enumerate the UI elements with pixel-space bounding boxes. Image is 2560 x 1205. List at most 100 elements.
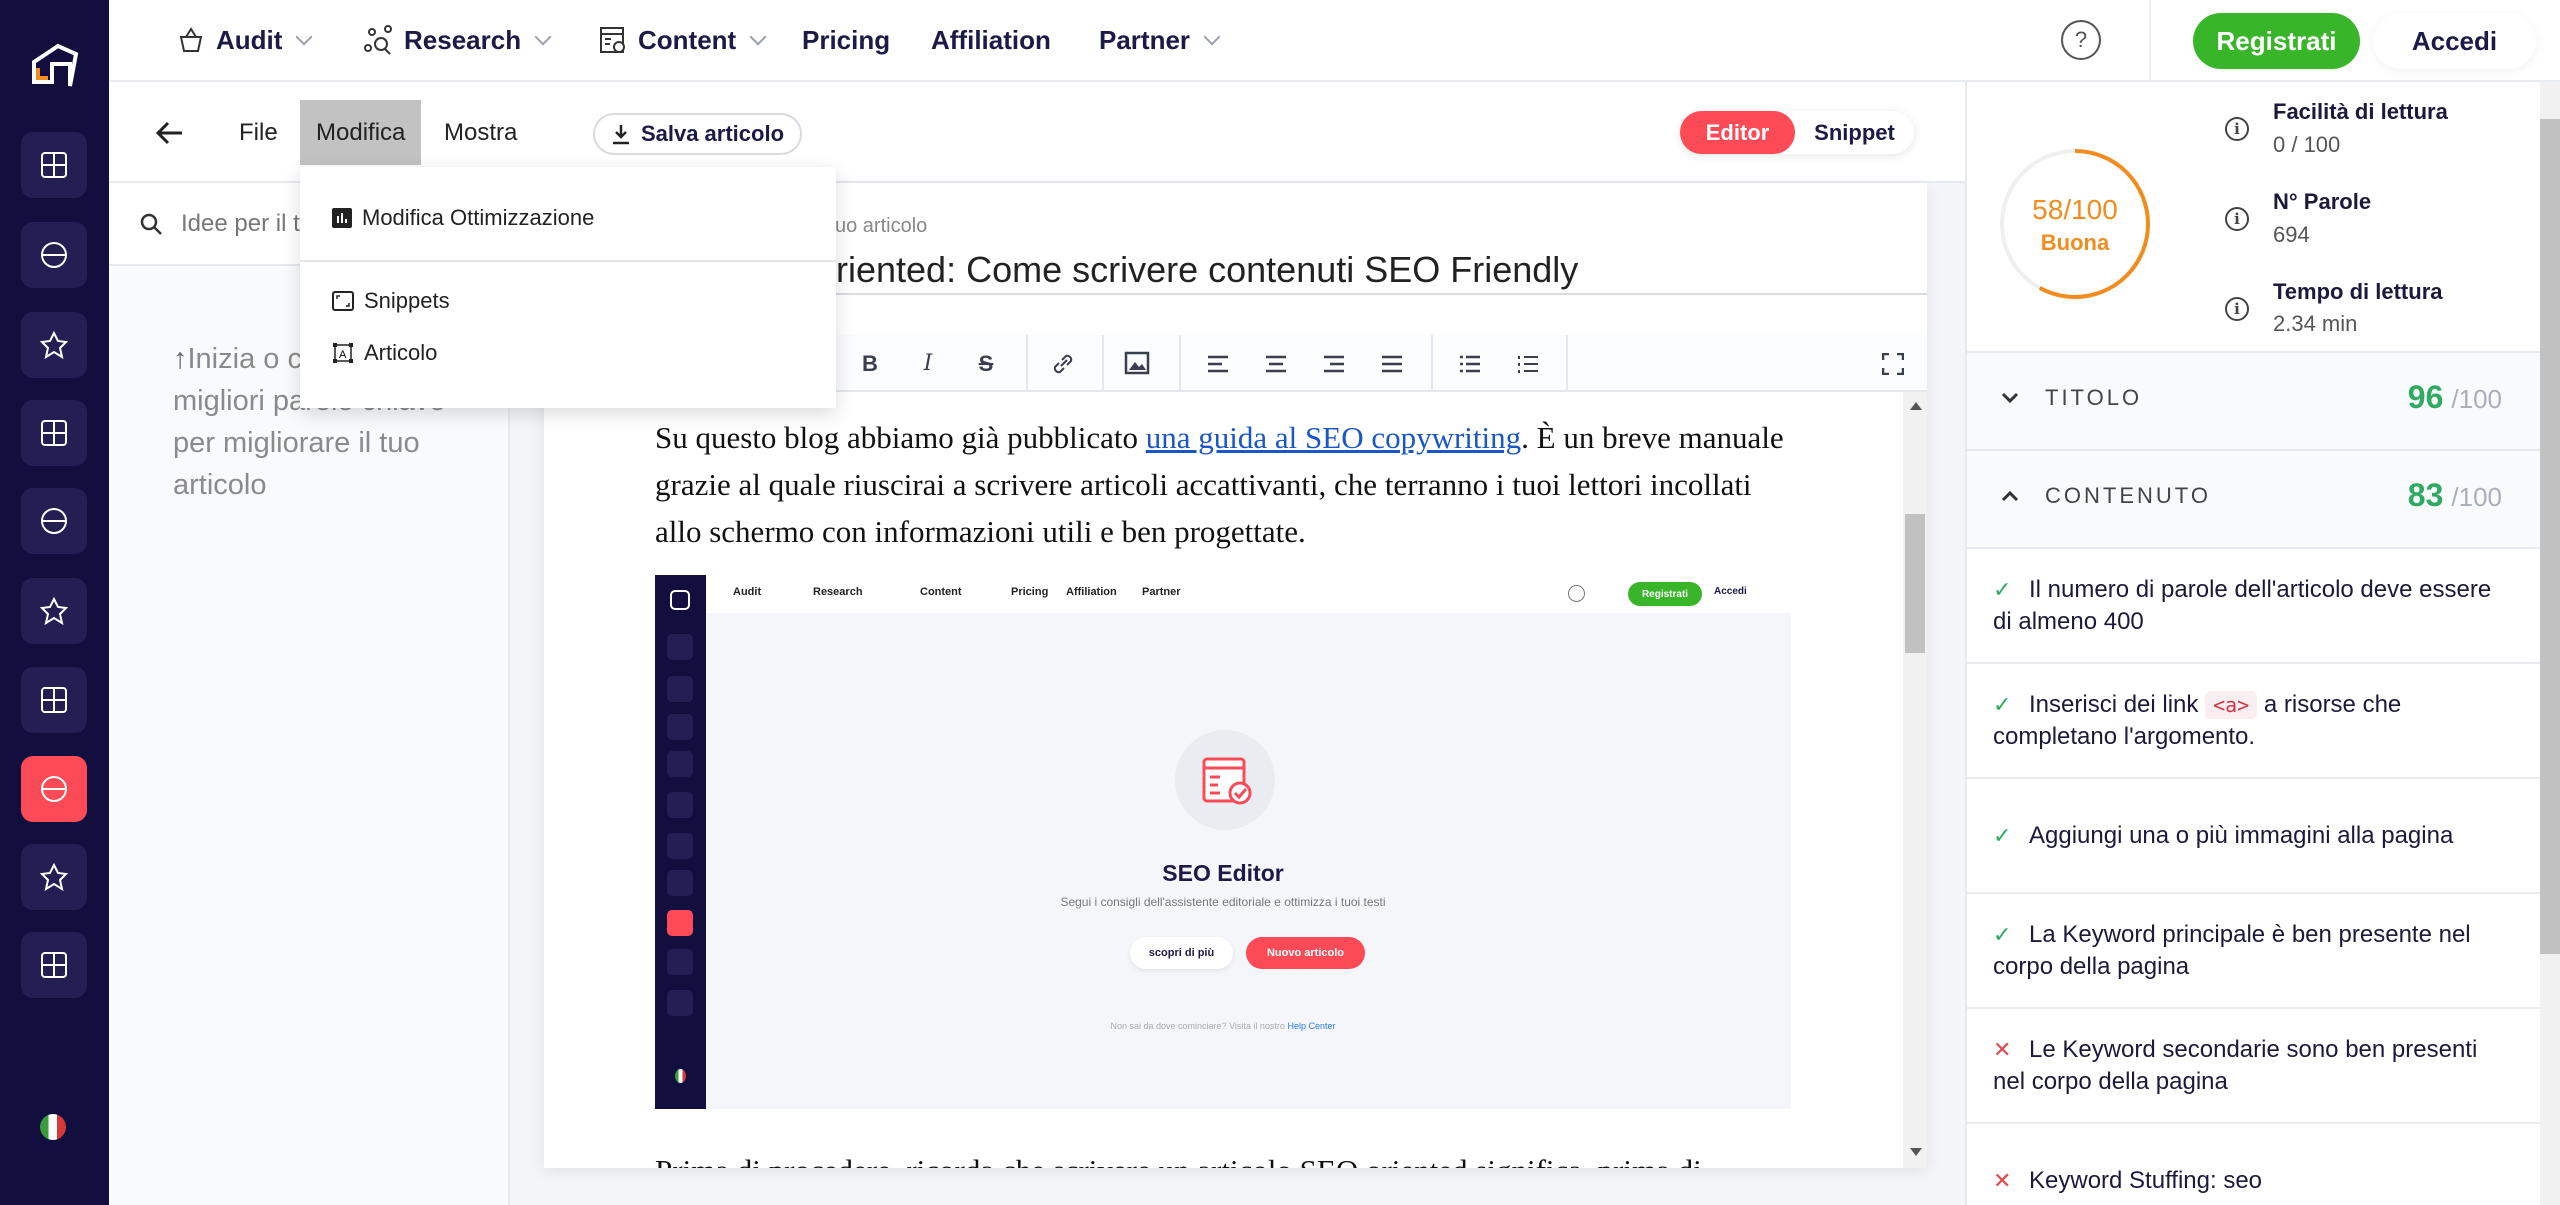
article-body[interactable]: Su questo blog abbiamo già pubblicato un… — [544, 392, 1903, 1168]
seo-analysis-panel: 58/100 Buona i Facilità di lettura 0 / 1… — [1965, 82, 2540, 1205]
numbered-list-icon — [1518, 355, 1538, 373]
editor-scrollbar[interactable] — [1903, 392, 1927, 1168]
sidebar — [0, 0, 109, 1205]
check-item: ✓ Il numero di parole dell'articolo deve … — [1967, 547, 2540, 662]
sidebar-item[interactable] — [21, 844, 87, 910]
bold-button[interactable]: B — [850, 335, 890, 392]
separator — [1026, 335, 1028, 392]
menu-separator — [300, 260, 836, 262]
separator — [1102, 335, 1104, 392]
menu-file[interactable]: File — [223, 100, 294, 165]
align-right-button[interactable] — [1314, 335, 1354, 392]
chevron-down-icon — [534, 28, 552, 46]
menu-item-article[interactable]: A Articolo — [332, 340, 437, 366]
mini-sidebar-icon — [667, 910, 693, 936]
search-placeholder: Idee per il tu — [181, 209, 314, 237]
info-icon[interactable]: i — [2225, 117, 2249, 141]
align-center-button[interactable] — [1256, 335, 1296, 392]
score-label: Buona — [2040, 230, 2110, 255]
bullet-list-button[interactable] — [1450, 335, 1490, 392]
back-arrow-icon[interactable] — [155, 118, 185, 148]
stat-label: Tempo di lettura — [2273, 279, 2443, 304]
help-button[interactable]: ? — [2061, 20, 2101, 60]
seo-editor-illustration-icon — [1202, 757, 1252, 805]
sidebar-item[interactable] — [21, 756, 87, 822]
italy-flag-icon[interactable] — [40, 1114, 66, 1140]
sidebar-item[interactable] — [21, 400, 87, 466]
menu-edit[interactable]: Modifica — [300, 100, 421, 165]
italic-button[interactable]: I — [908, 335, 948, 392]
nav-audit[interactable]: Audit — [176, 0, 313, 80]
strikethrough-button[interactable]: S — [966, 335, 1006, 392]
mini-sidebar-icon — [667, 792, 693, 818]
scroll-down-icon[interactable] — [1910, 1148, 1922, 1156]
login-button[interactable]: Accedi — [2373, 13, 2536, 69]
numbered-list-button[interactable] — [1508, 335, 1548, 392]
sidebar-item[interactable] — [21, 932, 87, 998]
profile-icon — [41, 952, 67, 978]
nav-affiliation[interactable]: Affiliation — [931, 0, 1051, 80]
chevron-down-icon — [295, 28, 313, 46]
align-left-button[interactable] — [1198, 335, 1238, 392]
info-icon[interactable]: i — [2225, 297, 2249, 321]
logo-icon[interactable] — [30, 42, 80, 94]
stat-value: 0 / 100 — [2273, 132, 2341, 157]
align-left-icon — [1208, 355, 1228, 372]
sidebar-item[interactable] — [21, 222, 87, 288]
title-label: uo articolo — [835, 215, 928, 237]
link-button[interactable] — [1043, 335, 1083, 392]
tab-editor[interactable]: Editor — [1680, 111, 1795, 154]
dashboard-icon — [41, 152, 67, 178]
stat-label: N° Parole — [2273, 189, 2372, 214]
mini-sidebar-icon — [667, 676, 693, 702]
link-icon — [1053, 354, 1073, 373]
stat-value: 694 — [2273, 222, 2310, 247]
research-icon — [364, 25, 392, 55]
nav-pricing[interactable]: Pricing — [802, 0, 890, 80]
align-justify-icon — [1382, 355, 1402, 372]
menu-item-snippets[interactable]: Snippets — [332, 288, 450, 314]
nav-content[interactable]: Content — [598, 0, 767, 80]
info-icon[interactable]: i — [2225, 207, 2249, 231]
fullscreen-button[interactable] — [1873, 335, 1913, 392]
chevron-down-icon — [1203, 28, 1221, 46]
audit-icon — [179, 27, 203, 52]
sidebar-item[interactable] — [21, 312, 87, 378]
section-title[interactable]: TITOLO 96/100 — [1967, 351, 2540, 449]
cross-icon: ✕ — [1993, 1036, 2012, 1062]
align-justify-button[interactable] — [1372, 335, 1412, 392]
sidebar-item[interactable] — [21, 132, 87, 198]
sidebar-item[interactable] — [21, 667, 87, 733]
menu-view[interactable]: Mostra — [428, 100, 533, 165]
target-icon — [39, 862, 69, 892]
save-article-button[interactable]: Salva articolo — [593, 113, 802, 155]
align-center-icon — [1266, 355, 1286, 372]
menu-item-optimization[interactable]: Modifica Ottimizzazione — [332, 205, 594, 231]
tab-snippet[interactable]: Snippet — [1795, 111, 1914, 154]
chevron-up-icon — [2001, 490, 2019, 502]
sidebar-item[interactable] — [21, 578, 87, 644]
check-item: ✓ Aggiungi una o più immagini alla pagina — [1967, 777, 2540, 892]
separator — [1179, 335, 1181, 392]
star-icon — [41, 687, 67, 713]
edit-dropdown-menu: Modifica Ottimizzazione Snippets A Artico… — [300, 167, 836, 408]
check-item: ✓ Inserisci dei link <a> a risorse che co… — [1967, 662, 2540, 777]
title-input[interactable]: riented: Come scrivere contenuti SEO Fri… — [836, 249, 1578, 291]
seo-editor-icon — [41, 776, 67, 802]
content-icon — [600, 27, 625, 53]
sidebar-item[interactable] — [21, 488, 87, 554]
article-link[interactable]: una guida al SEO copywriting — [1146, 420, 1521, 455]
nav-partner[interactable]: Partner — [1099, 0, 1221, 80]
panel-scrollbar-thumb[interactable] — [2540, 119, 2560, 954]
mini-flag-icon — [675, 1069, 686, 1083]
score-value: 58/100 — [2032, 194, 2118, 225]
image-button[interactable] — [1118, 335, 1158, 392]
top-navigation: Audit Research Content Pricing Affiliati… — [109, 0, 2560, 82]
scroll-up-icon[interactable] — [1910, 402, 1922, 410]
register-button[interactable]: Registrati — [2193, 13, 2360, 69]
nav-research[interactable]: Research — [362, 0, 552, 80]
article-image[interactable]: Audit Research Content Pricing Affiliati… — [655, 575, 1791, 1109]
fullscreen-icon — [1882, 352, 1904, 375]
scrollbar-thumb[interactable] — [1905, 514, 1925, 653]
section-content[interactable]: CONTENUTO 83/100 — [1967, 449, 2540, 547]
